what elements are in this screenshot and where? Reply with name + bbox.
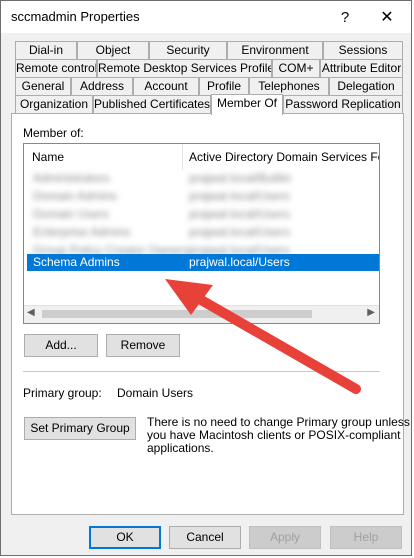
tab-com-plus[interactable]: COM+ bbox=[272, 59, 320, 77]
title-bar: sccmadmin Properties ? ✕ bbox=[1, 1, 411, 33]
primary-group-label: Primary group: bbox=[23, 386, 102, 400]
primary-group-note-line1: There is no need to change Primary group… bbox=[147, 415, 410, 429]
tab-member-of[interactable]: Member Of bbox=[211, 94, 283, 115]
help-button[interactable]: Help bbox=[330, 526, 402, 549]
primary-group-note-line3: applications. bbox=[147, 441, 214, 455]
tab-environment[interactable]: Environment bbox=[227, 41, 323, 59]
set-primary-group-button[interactable]: Set Primary Group bbox=[24, 417, 136, 440]
tab-account[interactable]: Account bbox=[133, 77, 199, 95]
tab-security[interactable]: Security bbox=[149, 41, 227, 59]
tab-address[interactable]: Address bbox=[71, 77, 133, 95]
list-item-name: Schema Admins bbox=[33, 255, 120, 269]
cancel-button[interactable]: Cancel bbox=[169, 526, 241, 549]
list-item-selected[interactable]: Schema Admins prajwal.local/Users bbox=[27, 254, 379, 271]
list-header: Name Active Directory Domain Services Fo… bbox=[24, 144, 379, 170]
apply-button[interactable]: Apply bbox=[249, 526, 321, 549]
properties-dialog: sccmadmin Properties ? ✕ Dial-in Object … bbox=[0, 0, 412, 556]
primary-group-note-line2: you have Macintosh clients or POSIX-comp… bbox=[147, 428, 401, 442]
tab-sessions[interactable]: Sessions bbox=[323, 41, 403, 59]
help-icon[interactable]: ? bbox=[331, 3, 359, 31]
scroll-left-icon[interactable]: ◀ bbox=[27, 307, 35, 318]
column-separator[interactable] bbox=[182, 144, 183, 170]
tab-telephones[interactable]: Telephones bbox=[249, 77, 329, 95]
list-item-folder: prajwal.local/Users bbox=[189, 189, 290, 203]
annotation-arrow-icon bbox=[165, 279, 361, 394]
list-item-name: Enterprise Admins bbox=[33, 225, 131, 239]
window-title: sccmadmin Properties bbox=[11, 9, 140, 24]
member-of-label: Member of: bbox=[23, 126, 84, 140]
list-item-folder: prajwal.local/Builtin bbox=[189, 171, 292, 185]
list-item-name: Administrators bbox=[33, 171, 110, 185]
list-item-folder: prajwal.local/Users bbox=[189, 225, 290, 239]
tab-delegation[interactable]: Delegation bbox=[329, 77, 403, 95]
tab-attribute-editor[interactable]: Attribute Editor bbox=[320, 59, 403, 77]
column-header-name[interactable]: Name bbox=[32, 150, 64, 164]
tab-object[interactable]: Object bbox=[77, 41, 149, 59]
list-item-name: Domain Admins bbox=[33, 189, 118, 203]
tab-remote-control[interactable]: Remote control bbox=[15, 59, 97, 77]
list-item[interactable]: Domain Admins prajwal.local/Users bbox=[27, 188, 379, 205]
tab-published-certificates[interactable]: Published Certificates bbox=[93, 95, 211, 113]
ok-button[interactable]: OK bbox=[89, 526, 161, 549]
list-item-name: Domain Users bbox=[33, 207, 110, 221]
tab-remote-desktop-services-profile[interactable]: Remote Desktop Services Profile bbox=[97, 59, 272, 77]
tab-dial-in[interactable]: Dial-in bbox=[15, 41, 77, 59]
tab-password-replication[interactable]: Password Replication bbox=[283, 95, 403, 113]
list-item-folder: prajwal.local/Users bbox=[189, 207, 290, 221]
tab-organization[interactable]: Organization bbox=[15, 95, 93, 113]
tab-general[interactable]: General bbox=[15, 77, 71, 95]
close-icon[interactable]: ✕ bbox=[369, 3, 405, 31]
list-item-folder: prajwal.local/Users bbox=[189, 255, 290, 269]
tab-profile[interactable]: Profile bbox=[199, 77, 249, 95]
add-button[interactable]: Add... bbox=[24, 334, 98, 357]
list-item[interactable]: Enterprise Admins prajwal.local/Users bbox=[27, 224, 379, 241]
column-header-folder[interactable]: Active Directory Domain Services Folder bbox=[189, 150, 379, 164]
list-item[interactable]: Administrators prajwal.local/Builtin bbox=[27, 170, 379, 187]
list-item[interactable]: Domain Users prajwal.local/Users bbox=[27, 206, 379, 223]
